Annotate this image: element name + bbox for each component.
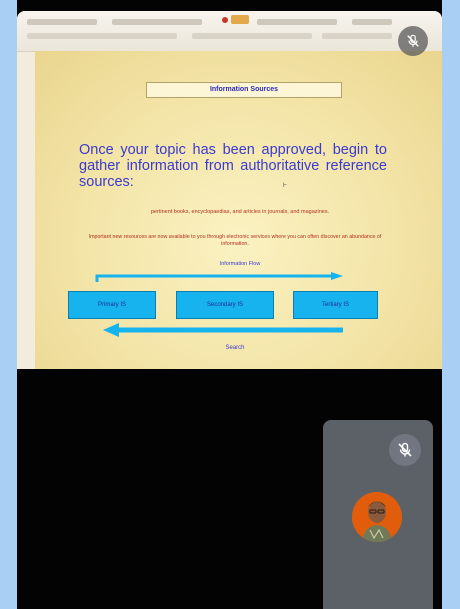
presenter-mute-button[interactable] xyxy=(398,26,428,56)
information-flow-label: Information Flow xyxy=(219,261,261,267)
stage-primary-is: Primary IS xyxy=(68,291,156,319)
stage-tertiary-is: Tertiary IS xyxy=(293,291,378,319)
slide-title: Information Sources xyxy=(146,82,342,98)
avatar-portrait xyxy=(352,492,402,542)
participant-avatar xyxy=(352,492,402,542)
shared-app-toolbar xyxy=(17,11,442,52)
slide-heading: Once your topic has been approved, begin… xyxy=(79,142,387,190)
mouse-cursor-icon: Ⱶ xyxy=(283,183,287,189)
record-indicator-icon xyxy=(222,17,228,23)
screen-share: Information Sources Once your topic has … xyxy=(17,11,442,369)
slide-sources-text: pertinent books, encyclopaedias, and art… xyxy=(150,209,330,215)
information-flow-arrow xyxy=(95,272,343,282)
microphone-off-icon xyxy=(398,442,412,457)
search-label: Search xyxy=(225,345,245,351)
self-view-tile[interactable] xyxy=(323,420,433,609)
presentation-slide: Information Sources Once your topic has … xyxy=(35,51,442,369)
self-mute-button[interactable] xyxy=(389,434,421,466)
microphone-off-icon xyxy=(407,34,419,47)
call-screen: Information Sources Once your topic has … xyxy=(17,0,442,609)
slideshow-icon xyxy=(231,15,249,24)
stage-secondary-is: Secondary IS xyxy=(176,291,274,319)
search-arrow xyxy=(103,323,343,337)
slide-resources-text: Important new resources are now availabl… xyxy=(88,234,382,247)
